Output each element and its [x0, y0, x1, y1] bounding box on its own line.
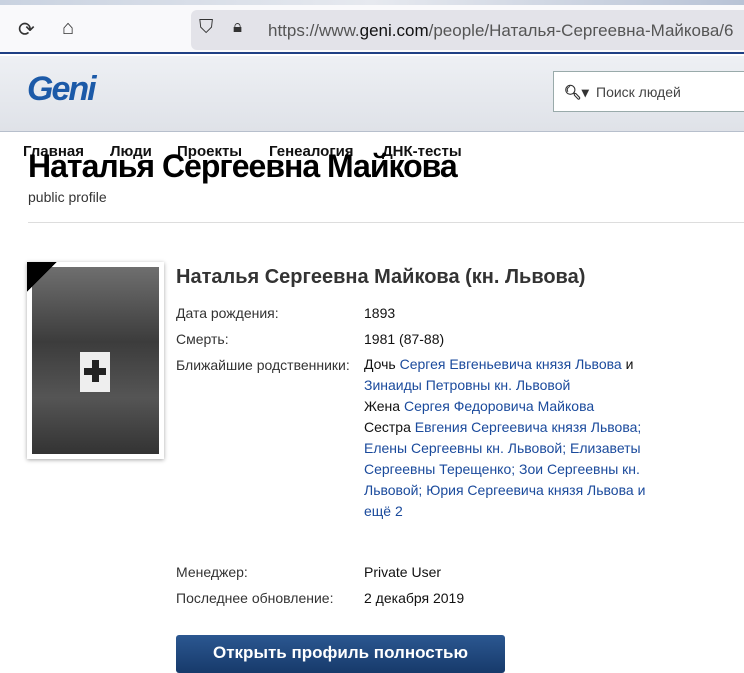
birth-value: 1893	[364, 305, 396, 321]
url-prefix: https://www.	[268, 21, 360, 40]
relative-link[interactable]: Зинаиды Петровны кн. Львовой	[364, 377, 570, 393]
relatives-label: Ближайшие родственники:	[176, 357, 350, 373]
updated-value: 2 декабря 2019	[364, 590, 465, 606]
url-text[interactable]: https://www.geni.com/people/Наталья-Серг…	[268, 21, 734, 41]
shield-icon[interactable]: ⛉	[199, 17, 213, 39]
death-value: 1981 (87-88)	[364, 331, 445, 347]
profile-name: Наталья Сергеевна Майкова (кн. Львова)	[176, 266, 586, 288]
relative-link[interactable]: Сергея Евгеньевича князя Львова	[400, 356, 622, 372]
relation-text: и	[621, 356, 634, 372]
browser-toolbar: ⟳ ⌂ ⛉ 🔒︎ https://www.geni.com/people/Нат…	[0, 5, 744, 54]
home-icon[interactable]: ⌂	[62, 17, 74, 40]
photo-image	[32, 267, 159, 454]
address-bar[interactable]: ⛉ 🔒︎ https://www.geni.com/people/Наталья…	[191, 10, 744, 50]
divider	[28, 222, 744, 223]
relation-text: Сестра	[364, 419, 415, 435]
lock-icon[interactable]: 🔒︎	[233, 17, 242, 37]
manager-label: Менеджер:	[176, 564, 248, 580]
search-placeholder: Поиск людей	[596, 84, 681, 100]
death-label: Смерть:	[176, 331, 229, 347]
url-path: /people/Наталья-Сергеевна-Майкова/6	[428, 21, 734, 40]
relation-text: Жена	[364, 398, 404, 414]
geni-logo[interactable]: Geni	[27, 70, 97, 109]
page-title: Наталья Сергеевна Майкова	[28, 148, 458, 184]
site-header: Geni 🔍︎▾ Поиск людей	[0, 56, 744, 132]
manager-value: Private User	[364, 564, 442, 580]
relation-text: Дочь	[364, 356, 400, 372]
relative-link[interactable]: Сергея Федоровича Майкова	[404, 398, 594, 414]
red-cross-apron	[80, 352, 110, 392]
reload-icon[interactable]: ⟳	[18, 17, 35, 42]
page-subtitle: public profile	[28, 189, 107, 205]
url-domain: geni.com	[359, 21, 429, 40]
updated-label: Последнее обновление:	[176, 590, 334, 606]
mourning-ribbon-icon	[27, 262, 57, 292]
open-full-profile-button[interactable]: Открыть профиль полностью	[176, 635, 505, 673]
relatives-list: Дочь Сергея Евгеньевича князя Львова и З…	[364, 354, 654, 522]
birth-label: Дата рождения:	[176, 305, 279, 321]
search-icon[interactable]: 🔍︎▾	[564, 84, 589, 101]
people-search-input[interactable]: 🔍︎▾ Поиск людей	[553, 71, 744, 112]
